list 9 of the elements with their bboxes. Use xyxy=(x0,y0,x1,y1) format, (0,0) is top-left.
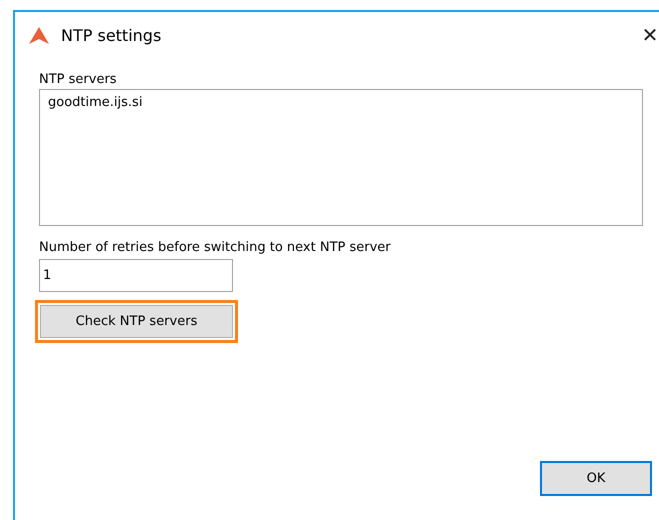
retries-field[interactable]: 1 xyxy=(39,259,233,292)
check-servers-button[interactable]: Check NTP servers xyxy=(40,305,233,338)
window-title: NTP settings xyxy=(61,26,162,44)
close-button[interactable]: ✕ xyxy=(635,23,659,47)
servers-field[interactable]: goodtime.ijs.si xyxy=(39,89,643,226)
ok-button[interactable]: OK xyxy=(540,461,652,496)
field-label: NTP servers xyxy=(39,72,117,87)
field-label: Number of retries before switching to next NTP server xyxy=(39,240,391,255)
triangle-logo-icon xyxy=(29,26,49,44)
